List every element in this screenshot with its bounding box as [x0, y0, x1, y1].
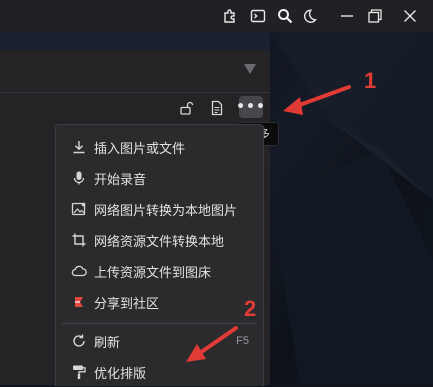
annotation-arrows [186, 85, 351, 362]
annotation-marker-1: 1 [364, 68, 377, 93]
arrow-to-optimize-layout [186, 326, 238, 362]
arrow-to-more-button [283, 85, 351, 115]
annotation-marker-2: 2 [244, 296, 257, 321]
